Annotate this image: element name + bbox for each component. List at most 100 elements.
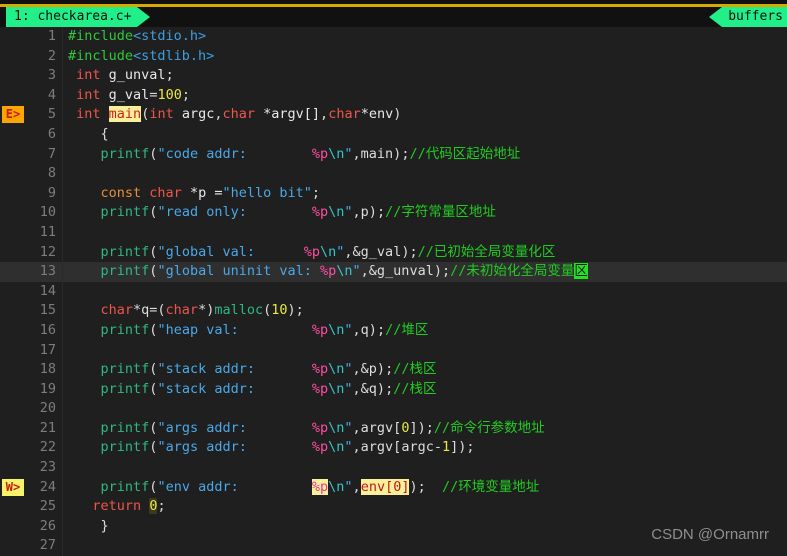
- warning-marker-icon[interactable]: W>: [2, 478, 24, 496]
- tab-buffers[interactable]: buffers: [709, 7, 787, 27]
- code-token: g_val: [100, 86, 150, 103]
- code-line-text: {: [68, 125, 787, 145]
- code-line[interactable]: 9 const char *p ="hello bit";: [0, 183, 787, 204]
- code-token: printf: [100, 204, 150, 221]
- code-token: ,&p): [352, 361, 386, 378]
- code-line[interactable]: 6 {: [0, 124, 787, 145]
- code-token: ;: [295, 302, 304, 319]
- code-token: ,argv[argc-: [352, 439, 442, 456]
- code-token: ;: [385, 380, 394, 397]
- code-line[interactable]: 13 printf("global uninit val: %p\n",&g_u…: [0, 262, 787, 282]
- code-line-text: printf("global val: %p\n",&g_val);//已初始全…: [68, 243, 787, 263]
- code-line-text: #include<stdlib.h>: [68, 47, 787, 67]
- code-token: <stdlib.h>: [133, 47, 215, 64]
- code-line[interactable]: 25 return 0;: [0, 497, 787, 517]
- code-line-text: printf("args addr: %p\n",argv[argc-1]);: [68, 438, 787, 458]
- line-number: 10: [39, 204, 56, 221]
- gutter-divider: [62, 66, 63, 86]
- gutter-divider: [62, 262, 63, 282]
- code-line[interactable]: W> 24 printf("env addr: %p\n",env[0]); //…: [0, 477, 787, 498]
- gutter-divider: [62, 516, 63, 537]
- line-number: 4: [47, 86, 56, 103]
- line-number: 23: [39, 459, 56, 476]
- code-token: "code addr:: [157, 145, 312, 162]
- code-line[interactable]: 17: [0, 340, 787, 361]
- code-line[interactable]: 19 printf("stack addr: %p\n",&q);//栈区: [0, 379, 787, 400]
- gutter-divider: [62, 497, 63, 517]
- code-line-text: printf("stack addr: %p\n",&q);//栈区: [68, 380, 787, 400]
- gutter-divider: [62, 203, 63, 223]
- code-line[interactable]: 22 printf("args addr: %p\n",argv[argc-1]…: [0, 438, 787, 459]
- code-line[interactable]: 4 int g_val=100;: [0, 85, 787, 106]
- code-token: printf: [100, 478, 150, 495]
- code-token: //字符常量区地址: [385, 204, 496, 221]
- code-token: "args addr:: [157, 419, 312, 436]
- gutter-divider: [62, 105, 63, 125]
- code-line-text: printf("code addr: %p\n",main);//代码区起始地址: [68, 145, 787, 165]
- code-line-text: printf("heap val: %p\n",q);//堆区: [68, 321, 787, 341]
- code-token: //堆区: [385, 321, 429, 338]
- code-line[interactable]: 16 printf("heap val: %p\n",q);//堆区: [0, 320, 787, 341]
- code-line-text: printf("global uninit val: %p\n",&g_unva…: [68, 262, 787, 282]
- line-number: 9: [47, 184, 56, 201]
- gutter-divider: [62, 360, 63, 380]
- code-line[interactable]: 18 printf("stack addr: %p\n",&p);//栈区: [0, 360, 787, 380]
- code-line[interactable]: 11: [0, 222, 787, 243]
- code-line[interactable]: 23: [0, 458, 787, 478]
- code-token: *q=(: [133, 302, 166, 319]
- gutter-divider: [62, 340, 63, 361]
- line-number: 21: [39, 419, 56, 436]
- code-token: \n: [328, 145, 345, 162]
- code-line-text: #include<stdio.h>: [68, 27, 787, 47]
- code-token: 1: [441, 439, 451, 456]
- editor-window: 1: checkarea.c+ buffers 1 #include<stdio.…: [0, 0, 787, 556]
- code-line[interactable]: 3 int g_unval;: [0, 66, 787, 86]
- code-line[interactable]: 2 #include<stdlib.h>: [0, 46, 787, 67]
- code-line-text: printf("read only: %p\n",p);//字符常量区地址: [68, 203, 787, 223]
- code-line[interactable]: 7 printf("code addr: %p\n",main);//代码区起始…: [0, 144, 787, 165]
- code-line[interactable]: 10 printf("read only: %p\n",p);//字符常量区地址: [0, 203, 787, 223]
- code-token: "global val:: [157, 243, 304, 260]
- tab-active-file[interactable]: 1: checkarea.c+: [6, 7, 151, 27]
- code-line[interactable]: 1 #include<stdio.h>: [0, 27, 787, 47]
- code-editor[interactable]: 1 #include<stdio.h> 2 #include<stdlib.h> 3 i…: [0, 27, 787, 556]
- code-line[interactable]: 12 printf("global val: %p\n",&g_val);//已…: [0, 242, 787, 263]
- code-line-text: int g_unval;: [68, 66, 787, 86]
- code-line[interactable]: 8: [0, 164, 787, 184]
- code-token: \n: [328, 380, 345, 397]
- code-token: \n: [328, 478, 345, 495]
- line-number: 1: [47, 28, 56, 44]
- code-token: //栈区: [393, 380, 437, 397]
- gutter-divider: [62, 399, 63, 419]
- error-marker-icon[interactable]: E>: [2, 106, 24, 124]
- code-token: 10: [271, 302, 288, 319]
- code-token: ": [344, 478, 353, 495]
- gutter-divider: [62, 164, 63, 184]
- gutter-divider: [62, 46, 63, 67]
- code-token: printf: [100, 439, 150, 456]
- line-number: 3: [47, 67, 56, 84]
- code-line[interactable]: E> 5 int main(int argc,char *argv[],char*…: [0, 105, 787, 125]
- line-number: 15: [39, 302, 56, 319]
- code-token: %p: [311, 419, 329, 436]
- code-line[interactable]: 20: [0, 399, 787, 419]
- code-token: \n: [328, 321, 345, 338]
- code-line[interactable]: 15 char*q=(char*)malloc(10);: [0, 301, 787, 321]
- code-line[interactable]: 14: [0, 281, 787, 302]
- code-token: "hello bit": [222, 184, 312, 201]
- code-token: //代码区起始地址: [409, 145, 521, 162]
- code-token: int: [149, 106, 174, 123]
- line-number: 20: [39, 400, 56, 417]
- code-token: //环境变量地址: [442, 478, 540, 495]
- code-token: //未初始化全局变量: [450, 263, 575, 280]
- code-token: ": [352, 263, 361, 280]
- code-line[interactable]: 21 printf("args addr: %p\n",argv[0]);//命…: [0, 418, 787, 439]
- code-token: "stack addr:: [157, 380, 312, 397]
- code-token: printf: [100, 419, 150, 436]
- line-number: 17: [39, 341, 56, 358]
